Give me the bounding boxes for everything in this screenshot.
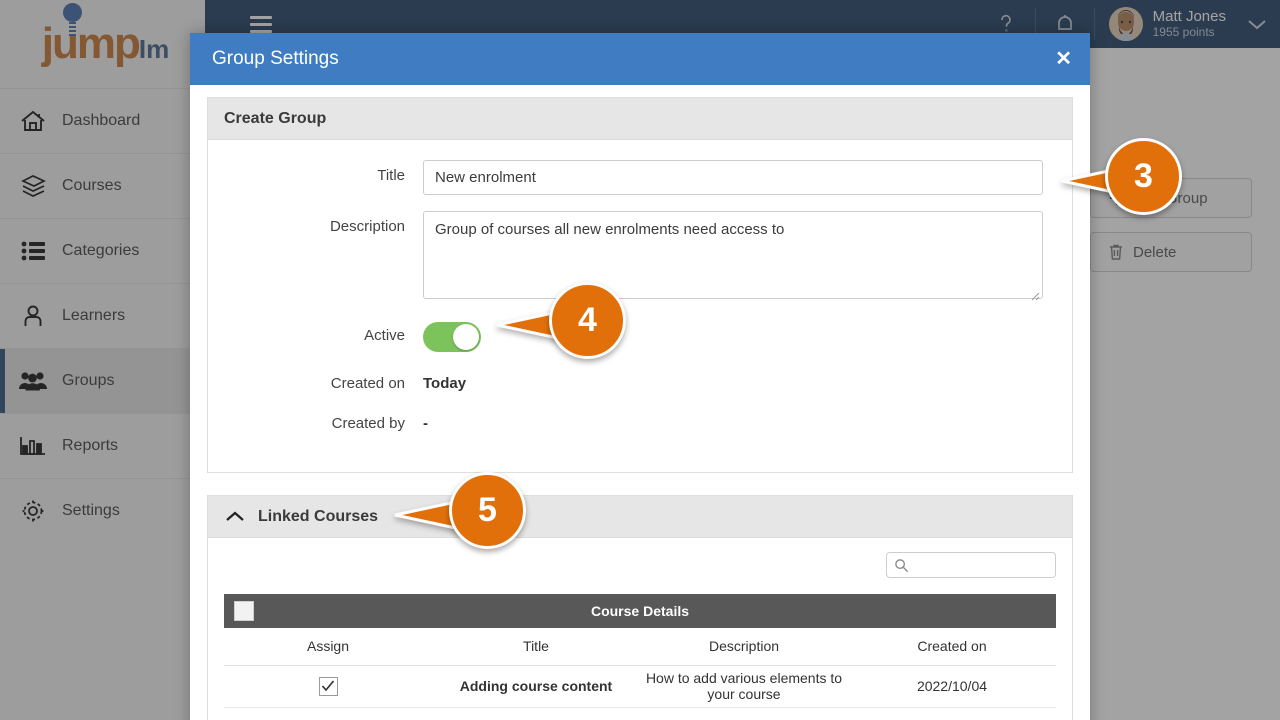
app-root: jumpIm Dashboard Courses Categories Lear… [0,0,1280,720]
callout-5-number: 5 [478,491,497,529]
active-toggle[interactable] [423,322,481,352]
created-on-label: Created on [330,375,405,392]
create-group-heading: Create Group [224,109,327,127]
modal-header: Group Settings ✕ [190,33,1090,85]
field-row-title: Title [208,160,1072,195]
row-created-on: 2022/10/04 [848,665,1056,708]
callout-5: 5 [393,472,593,562]
column-header-created-on: Created on [848,628,1056,666]
toggle-knob [453,324,479,350]
column-header-description: Description [640,628,848,666]
column-header-assign: Assign [224,628,432,666]
modal-body: Create Group Title Description [190,85,1090,720]
linked-courses-header[interactable]: Linked Courses [208,496,1072,538]
table-column-header-row: Assign Title Description Created on [224,628,1056,666]
linked-courses-body: Course Details Assign Title Description … [208,538,1090,720]
callout-5-bubble: 5 [449,472,526,549]
search-row [224,552,1090,578]
title-label: Title [377,167,405,184]
title-input[interactable] [423,160,1043,195]
callout-4: 4 [495,282,695,372]
course-details-header: Course Details [224,594,1056,628]
active-label: Active [364,327,405,344]
created-by-label: Created by [331,415,405,432]
description-label: Description [329,218,405,235]
close-icon[interactable]: ✕ [1055,49,1072,69]
group-settings-modal: Group Settings ✕ Create Group Title New … [190,33,1090,720]
course-search-box[interactable] [886,552,1090,578]
chevron-up-icon[interactable] [224,506,246,528]
row-title: Adding course content [432,665,640,708]
callout-4-number: 4 [578,301,597,339]
select-all-checkbox[interactable] [234,601,254,621]
course-search-input[interactable] [909,553,1090,577]
field-row-created-by: Created by - [208,408,1072,432]
magnifier-icon [895,558,909,572]
callout-3-bubble: 3 [1105,138,1182,215]
row-description: How to add various elements to your cour… [640,665,848,708]
table-row[interactable]: Adding course content How to add various… [224,665,1056,708]
callout-3-number: 3 [1134,157,1153,195]
linked-courses-heading: Linked Courses [258,507,379,525]
create-group-header: Create Group [208,98,1072,140]
row-assign-checkbox[interactable] [318,676,338,696]
linked-courses-table: Course Details Assign Title Description … [224,594,1056,720]
callout-3: 3 [1060,138,1260,228]
modal-title: Group Settings [212,48,339,69]
check-icon [321,680,335,692]
table-group-header-row: Course Details [224,594,1056,628]
row-assign-cell [224,665,432,708]
course-details-label: Course Details [590,603,690,619]
created-by-value: - [423,415,428,432]
table-row-empty [224,707,1056,720]
callout-4-bubble: 4 [549,282,626,359]
column-header-title: Title [432,628,640,666]
linked-courses-panel: Linked Courses Course Details Assign Tit… [207,495,1090,720]
